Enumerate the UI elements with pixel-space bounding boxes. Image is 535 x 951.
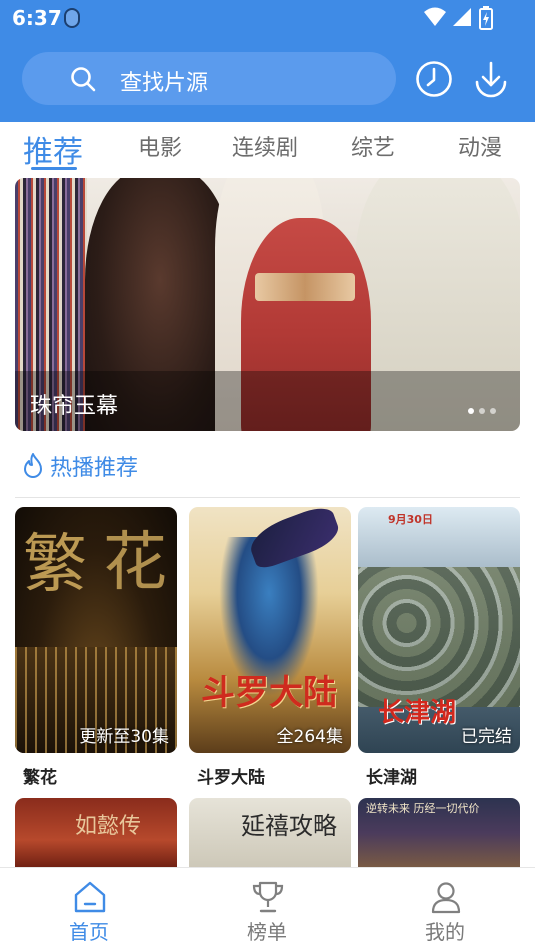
- carousel-dot[interactable]: [468, 408, 474, 414]
- poster-image: 繁 花 更新至30集: [15, 507, 177, 753]
- trophy-icon: [252, 881, 284, 913]
- poster-text: 如懿传: [75, 814, 142, 839]
- video-card[interactable]: 如懿传: [15, 798, 177, 868]
- nav-label: 我的: [425, 920, 465, 944]
- poster-text: 9月30日: [388, 513, 433, 526]
- divider: [15, 497, 520, 498]
- carousel-indicator: [463, 399, 503, 414]
- section-title: 热播推荐: [50, 456, 139, 481]
- poster-image: 斗罗大陆 全264集: [189, 507, 351, 753]
- nav-label: 榜单: [247, 920, 287, 944]
- episode-badge: 全264集: [276, 727, 343, 747]
- category-tabs: 推荐 电影 连续剧 综艺 动漫: [0, 122, 535, 172]
- search-icon: [71, 67, 96, 92]
- poster-text: 花: [103, 526, 167, 600]
- poster-text: 繁: [23, 528, 87, 602]
- home-icon: [74, 881, 106, 913]
- banner-figure: [255, 273, 355, 301]
- video-title: 长津湖: [366, 768, 417, 788]
- status-time: 6:37: [12, 6, 62, 30]
- tab-variety[interactable]: 综艺: [351, 130, 395, 162]
- tab-series[interactable]: 连续剧: [232, 130, 298, 162]
- video-title: 繁花: [23, 768, 57, 788]
- tab-movies[interactable]: 电影: [138, 130, 182, 162]
- notification-icon: [64, 8, 80, 28]
- bottom-navigation: 首页 榜单 我的: [0, 867, 535, 951]
- episode-badge: 更新至30集: [79, 727, 169, 747]
- nav-ranking[interactable]: 榜单: [207, 868, 327, 951]
- flame-icon: [24, 453, 42, 478]
- download-icon[interactable]: [472, 60, 510, 98]
- featured-banner[interactable]: 珠帘玉幕: [15, 178, 520, 431]
- poster-text: 逆转未来 历经一切代价: [366, 802, 480, 815]
- search-bar[interactable]: 查找片源: [22, 52, 396, 105]
- video-title: 斗罗大陆: [197, 768, 265, 788]
- poster-text: 斗罗大陆: [201, 673, 337, 713]
- tab-anime[interactable]: 动漫: [458, 130, 502, 162]
- video-card[interactable]: 斗罗大陆 全264集 斗罗大陆: [189, 507, 351, 788]
- poster-art: [358, 567, 520, 707]
- poster-text: 延禧攻略: [241, 812, 337, 840]
- person-icon: [431, 882, 461, 914]
- battery-icon: [479, 6, 493, 30]
- app-header: 6:37 查找片源: [0, 0, 535, 122]
- status-bar: 6:37: [0, 0, 535, 38]
- wifi-icon: [424, 7, 446, 26]
- nav-profile[interactable]: 我的: [385, 868, 505, 951]
- carousel-dot[interactable]: [490, 408, 496, 414]
- clock-icon[interactable]: [415, 60, 453, 98]
- signal-icon: [453, 8, 471, 26]
- video-card[interactable]: 9月30日 长津湖 已完结 长津湖: [358, 507, 520, 788]
- poster-text: 长津湖: [378, 698, 457, 728]
- video-card[interactable]: 逆转未来 历经一切代价: [358, 798, 520, 868]
- poster-image: 9月30日 长津湖 已完结: [358, 507, 520, 753]
- tab-recommend[interactable]: 推荐: [23, 127, 83, 171]
- nav-label: 首页: [69, 920, 109, 944]
- video-card[interactable]: 繁 花 更新至30集 繁花: [15, 507, 177, 788]
- active-tab-indicator: [31, 167, 77, 170]
- video-card[interactable]: 延禧攻略: [189, 798, 351, 868]
- search-placeholder: 查找片源: [120, 71, 209, 96]
- episode-badge: 已完结: [461, 727, 512, 747]
- nav-home[interactable]: 首页: [29, 868, 149, 951]
- carousel-dot[interactable]: [479, 408, 485, 414]
- banner-title: 珠帘玉幕: [30, 394, 119, 419]
